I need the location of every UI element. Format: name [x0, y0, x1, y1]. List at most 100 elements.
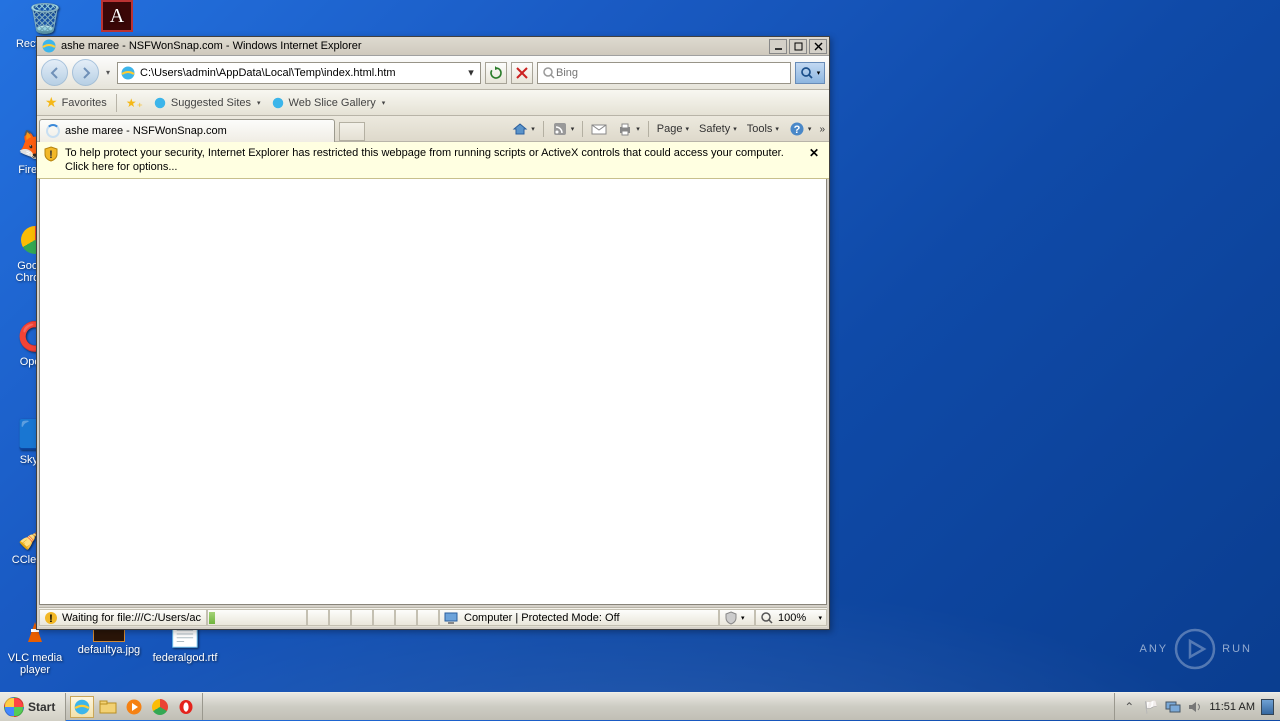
start-label: Start — [28, 700, 55, 714]
status-cell — [307, 609, 329, 626]
zoom-icon — [760, 611, 774, 625]
page-content — [39, 179, 827, 605]
system-tray: ⌃ 🏳️ 11:51 AM — [1114, 693, 1280, 720]
search-box[interactable] — [537, 62, 791, 84]
search-input[interactable] — [556, 64, 786, 82]
protected-mode-button[interactable]: ▾ — [719, 609, 755, 626]
tab-current[interactable]: ashe maree - NSFWonSnap.com — [39, 119, 335, 142]
label: federalgod.rtf — [150, 652, 220, 664]
add-to-favorites-button[interactable]: ★₊ — [122, 94, 147, 112]
address-input[interactable] — [140, 64, 464, 82]
forward-button[interactable] — [72, 59, 99, 86]
status-text-cell: ! Waiting for file:///C:/Users/ac — [39, 609, 207, 626]
tools-menu[interactable]: Tools▾ — [743, 121, 783, 137]
back-button[interactable] — [41, 59, 68, 86]
search-icon — [542, 66, 556, 80]
zone-cell[interactable]: Computer | Protected Mode: Off — [439, 609, 719, 626]
computer-icon — [444, 611, 460, 625]
taskbar-explorer-button[interactable] — [96, 696, 120, 718]
tab-title: ashe maree - NSFWonSnap.com — [65, 125, 227, 137]
status-cell — [351, 609, 373, 626]
label: Favorites — [62, 97, 107, 109]
new-tab-button[interactable] — [339, 122, 365, 141]
suggested-sites-link[interactable]: Suggested Sites▾ — [149, 94, 265, 112]
infobar-close-button[interactable]: ✕ — [805, 146, 823, 160]
loading-spinner-icon — [46, 124, 60, 138]
status-bar: ! Waiting for file:///C:/Users/ac Comput… — [39, 607, 827, 627]
read-mail-button[interactable] — [587, 120, 611, 138]
separator — [543, 121, 544, 137]
taskbar-wmp-button[interactable] — [122, 696, 146, 718]
warning-icon: ! — [44, 611, 58, 625]
label: defaultya.jpg — [74, 644, 144, 656]
taskbar: Start ⌃ 🏳️ 11:51 AM — [0, 692, 1280, 720]
svg-text:!: ! — [49, 149, 53, 161]
ie-window: ashe maree - NSFWonSnap.com - Windows In… — [36, 36, 830, 630]
status-cell — [395, 609, 417, 626]
zone-text: Computer | Protected Mode: Off — [464, 612, 620, 624]
help-button[interactable]: ?▾ — [785, 119, 816, 139]
infobar-message: To help protect your security, Internet … — [65, 146, 799, 174]
minimize-button[interactable] — [769, 39, 787, 54]
address-bar[interactable]: ▾ — [117, 62, 481, 84]
label: VLC media player — [0, 652, 70, 676]
ie-icon — [153, 96, 167, 110]
safety-menu[interactable]: Safety▾ — [695, 121, 741, 137]
search-button[interactable]: ▾ — [795, 62, 825, 84]
favorites-button[interactable]: ★ Favorites — [41, 92, 111, 113]
label: Page — [657, 123, 683, 135]
svg-text:?: ? — [794, 124, 801, 136]
quick-launch — [66, 693, 203, 720]
refresh-button[interactable] — [485, 62, 507, 84]
taskbar-opera-button[interactable] — [174, 696, 198, 718]
command-bar: ▾ ▾ ▾ Page▾ Safety▾ Tools▾ ?▾ » — [508, 116, 825, 142]
svg-text:!: ! — [49, 613, 53, 625]
close-button[interactable] — [809, 39, 827, 54]
stop-button[interactable] — [511, 62, 533, 84]
taskbar-ie-button[interactable] — [70, 696, 94, 718]
information-bar[interactable]: ! To help protect your security, Interne… — [37, 142, 829, 179]
adobe-icon[interactable]: A — [82, 0, 152, 34]
overflow-button[interactable]: » — [817, 124, 825, 135]
label: Safety — [699, 123, 730, 135]
favorites-bar: ★ Favorites ★₊ Suggested Sites▾ Web Slice… — [37, 90, 829, 116]
status-cell — [417, 609, 439, 626]
star-icon: ★ — [45, 94, 58, 111]
shield-warning-icon: ! — [43, 146, 59, 162]
star-plus-icon: ★₊ — [126, 96, 143, 110]
window-title: ashe maree - NSFWonSnap.com - Windows In… — [61, 40, 767, 52]
status-cell — [373, 609, 395, 626]
ie-logo-icon — [41, 38, 57, 54]
show-hidden-icons-button[interactable]: ⌃ — [1121, 699, 1137, 715]
recent-pages-dropdown[interactable]: ▾ — [103, 68, 113, 77]
maximize-button[interactable] — [789, 39, 807, 54]
progress-bar — [207, 609, 307, 626]
titlebar[interactable]: ashe maree - NSFWonSnap.com - Windows In… — [37, 37, 829, 56]
watermark-text: RUN — [1222, 643, 1252, 655]
status-text: Waiting for file:///C:/Users/ac — [62, 612, 201, 624]
page-menu[interactable]: Page▾ — [653, 121, 693, 137]
feeds-button[interactable]: ▾ — [548, 119, 579, 139]
label: Tools — [747, 123, 773, 135]
anyrun-watermark: ANY RUN — [1140, 628, 1252, 670]
navigation-bar: ▾ ▾ ▾ — [37, 56, 829, 90]
print-button[interactable]: ▾ — [613, 119, 644, 139]
address-dropdown[interactable]: ▾ — [464, 66, 478, 79]
zoom-text: 100% — [778, 612, 806, 624]
page-icon — [120, 65, 136, 81]
show-desktop-button[interactable] — [1261, 699, 1274, 715]
windows-orb-icon — [4, 697, 24, 717]
web-slice-gallery-link[interactable]: Web Slice Gallery▾ — [267, 94, 390, 112]
start-button[interactable]: Start — [0, 693, 66, 721]
tab-bar: ashe maree - NSFWonSnap.com ▾ ▾ ▾ Page▾ … — [37, 116, 829, 142]
flag-icon[interactable]: 🏳️ — [1143, 699, 1159, 715]
separator — [582, 121, 583, 137]
taskbar-chrome-button[interactable] — [148, 696, 172, 718]
volume-icon[interactable] — [1187, 699, 1203, 715]
network-icon[interactable] — [1165, 699, 1181, 715]
label: Web Slice Gallery — [289, 97, 376, 109]
clock[interactable]: 11:51 AM — [1209, 701, 1255, 713]
shield-off-icon — [724, 611, 738, 625]
home-button[interactable]: ▾ — [508, 119, 539, 139]
zoom-button[interactable]: 100%▾ — [755, 609, 827, 626]
